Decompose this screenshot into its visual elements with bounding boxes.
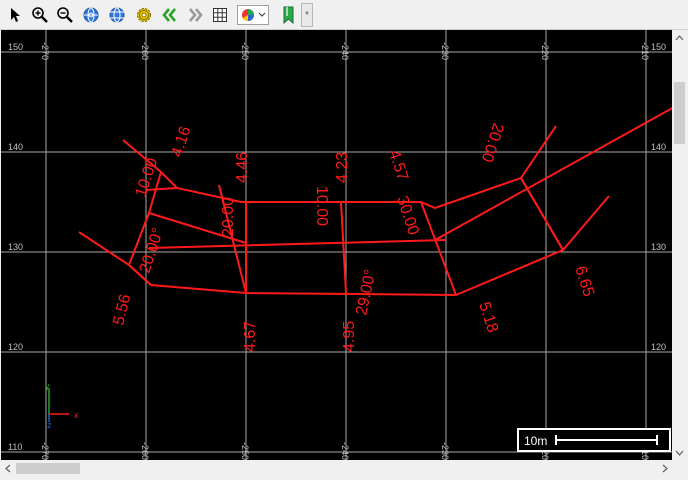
gear-icon: [137, 8, 151, 22]
grid-x-label: -230: [440, 442, 450, 460]
chevron-up-icon: [675, 34, 684, 40]
grid-x-label: -270: [40, 442, 50, 460]
bookmark-button[interactable]: [278, 4, 300, 26]
grid-y-labels-left: 150 140 130 120 110: [8, 42, 23, 452]
axis-z-label: z: [47, 420, 52, 430]
grid-x-label: -240: [340, 42, 350, 60]
zoom-in-icon: [32, 7, 48, 23]
scroll-right-button[interactable]: [657, 460, 672, 477]
dimension-label: 5.18: [475, 300, 501, 335]
scroll-up-button[interactable]: [672, 30, 687, 45]
drawing-canvas[interactable]: -270 -260 -250 -240 -230 -220 -210 -270 …: [1, 30, 672, 460]
grid-lines: [1, 30, 672, 460]
grid-y-label: 150: [8, 42, 23, 52]
dimension-label: 20.00: [478, 121, 507, 164]
horizontal-scroll-thumb[interactable]: [16, 463, 80, 474]
horizontal-scrollbar[interactable]: [0, 460, 672, 477]
grid-x-label: -260: [140, 42, 150, 60]
grid-y-label: 130: [651, 242, 666, 252]
grid-button[interactable]: [209, 4, 231, 26]
toolbar: *: [0, 0, 688, 30]
next-button[interactable]: [184, 4, 206, 26]
dimension-label: 4.67: [242, 321, 259, 352]
globe-icon: [83, 7, 99, 23]
dimension-label: 6.65: [571, 264, 597, 299]
grid-x-label: -230: [440, 42, 450, 60]
chevron-down-icon: [675, 450, 684, 456]
grid-x-label: -250: [240, 42, 250, 60]
axis-x-label: x: [74, 410, 79, 420]
grid-y-label: 120: [651, 342, 666, 352]
bookmark-icon: [283, 6, 294, 24]
layers-palette-icon: [242, 9, 266, 21]
dimension-labels: 4.16 10.00 4.46 4.23 4.57 20.00 20.00 10…: [110, 121, 597, 352]
grid-y-label: 130: [8, 242, 23, 252]
dimension-label: 4.16: [169, 124, 195, 159]
grid-icon: [213, 8, 227, 22]
dimension-label: 29.00°: [353, 268, 379, 317]
pin-button[interactable]: *: [301, 3, 313, 27]
grid-y-label: 140: [8, 142, 23, 152]
zoom-in-button[interactable]: [29, 4, 51, 26]
grid-x-labels-top: -270 -260 -250 -240 -230 -220 -210: [40, 42, 650, 60]
settings-button[interactable]: [133, 4, 155, 26]
dimension-label: 4.95: [341, 321, 358, 352]
zoom-out-button[interactable]: [54, 4, 76, 26]
vertical-scrollbar[interactable]: [672, 30, 687, 460]
zoom-window-button[interactable]: [106, 4, 128, 26]
zoom-out-icon: [57, 7, 73, 23]
previous-button[interactable]: [159, 4, 181, 26]
grid-y-label: 110: [8, 442, 22, 452]
dimension-label: 5.56: [110, 293, 134, 327]
chevron-right-icon: [662, 464, 668, 473]
axis-y-label: y: [45, 381, 50, 391]
grid-x-label: -250: [240, 442, 250, 460]
dimension-label: 4.23: [334, 152, 351, 183]
chevron-left-icon: [4, 464, 10, 473]
grid-y-label: 140: [651, 142, 666, 152]
cad-viewport[interactable]: -270 -260 -250 -240 -230 -220 -210 -270 …: [1, 30, 672, 460]
scale-bar-label: 10m: [524, 434, 547, 448]
arrow-pointer-icon: [11, 8, 20, 22]
scrollbar-corner: [672, 460, 688, 480]
dimension-label: 20.00: [220, 197, 237, 237]
vertical-scroll-thumb[interactable]: [674, 82, 685, 144]
select-tool-button[interactable]: [4, 4, 26, 26]
double-chevron-left-icon: [162, 8, 176, 22]
pin-icon: *: [305, 9, 309, 21]
dimension-label: 10.00: [313, 186, 330, 226]
grid-x-label: -270: [40, 42, 50, 60]
axes-indicator: y x z: [45, 381, 79, 430]
scroll-left-button[interactable]: [0, 460, 15, 477]
grid-x-label: -260: [140, 442, 150, 460]
grid-y-label: 120: [8, 342, 23, 352]
grid-x-label: -220: [540, 42, 550, 60]
dimension-label: 10.00: [133, 156, 162, 199]
double-chevron-right-icon: [189, 8, 203, 22]
grid-x-label: -210: [640, 42, 650, 60]
dimension-label: 30.00: [393, 194, 422, 237]
layers-dropdown[interactable]: [237, 5, 269, 25]
grid-x-label: -240: [340, 442, 350, 460]
dimension-label: 4.57: [385, 148, 411, 183]
dimension-label: 4.46: [234, 152, 251, 183]
scale-bar: 10m: [517, 428, 671, 452]
grid-y-labels-right: 150 140 130 120 110: [651, 42, 666, 452]
globe-grid-icon: [109, 7, 125, 23]
scroll-down-button[interactable]: [672, 445, 687, 460]
zoom-extents-button[interactable]: [80, 4, 102, 26]
grid-y-label: 150: [651, 42, 666, 52]
